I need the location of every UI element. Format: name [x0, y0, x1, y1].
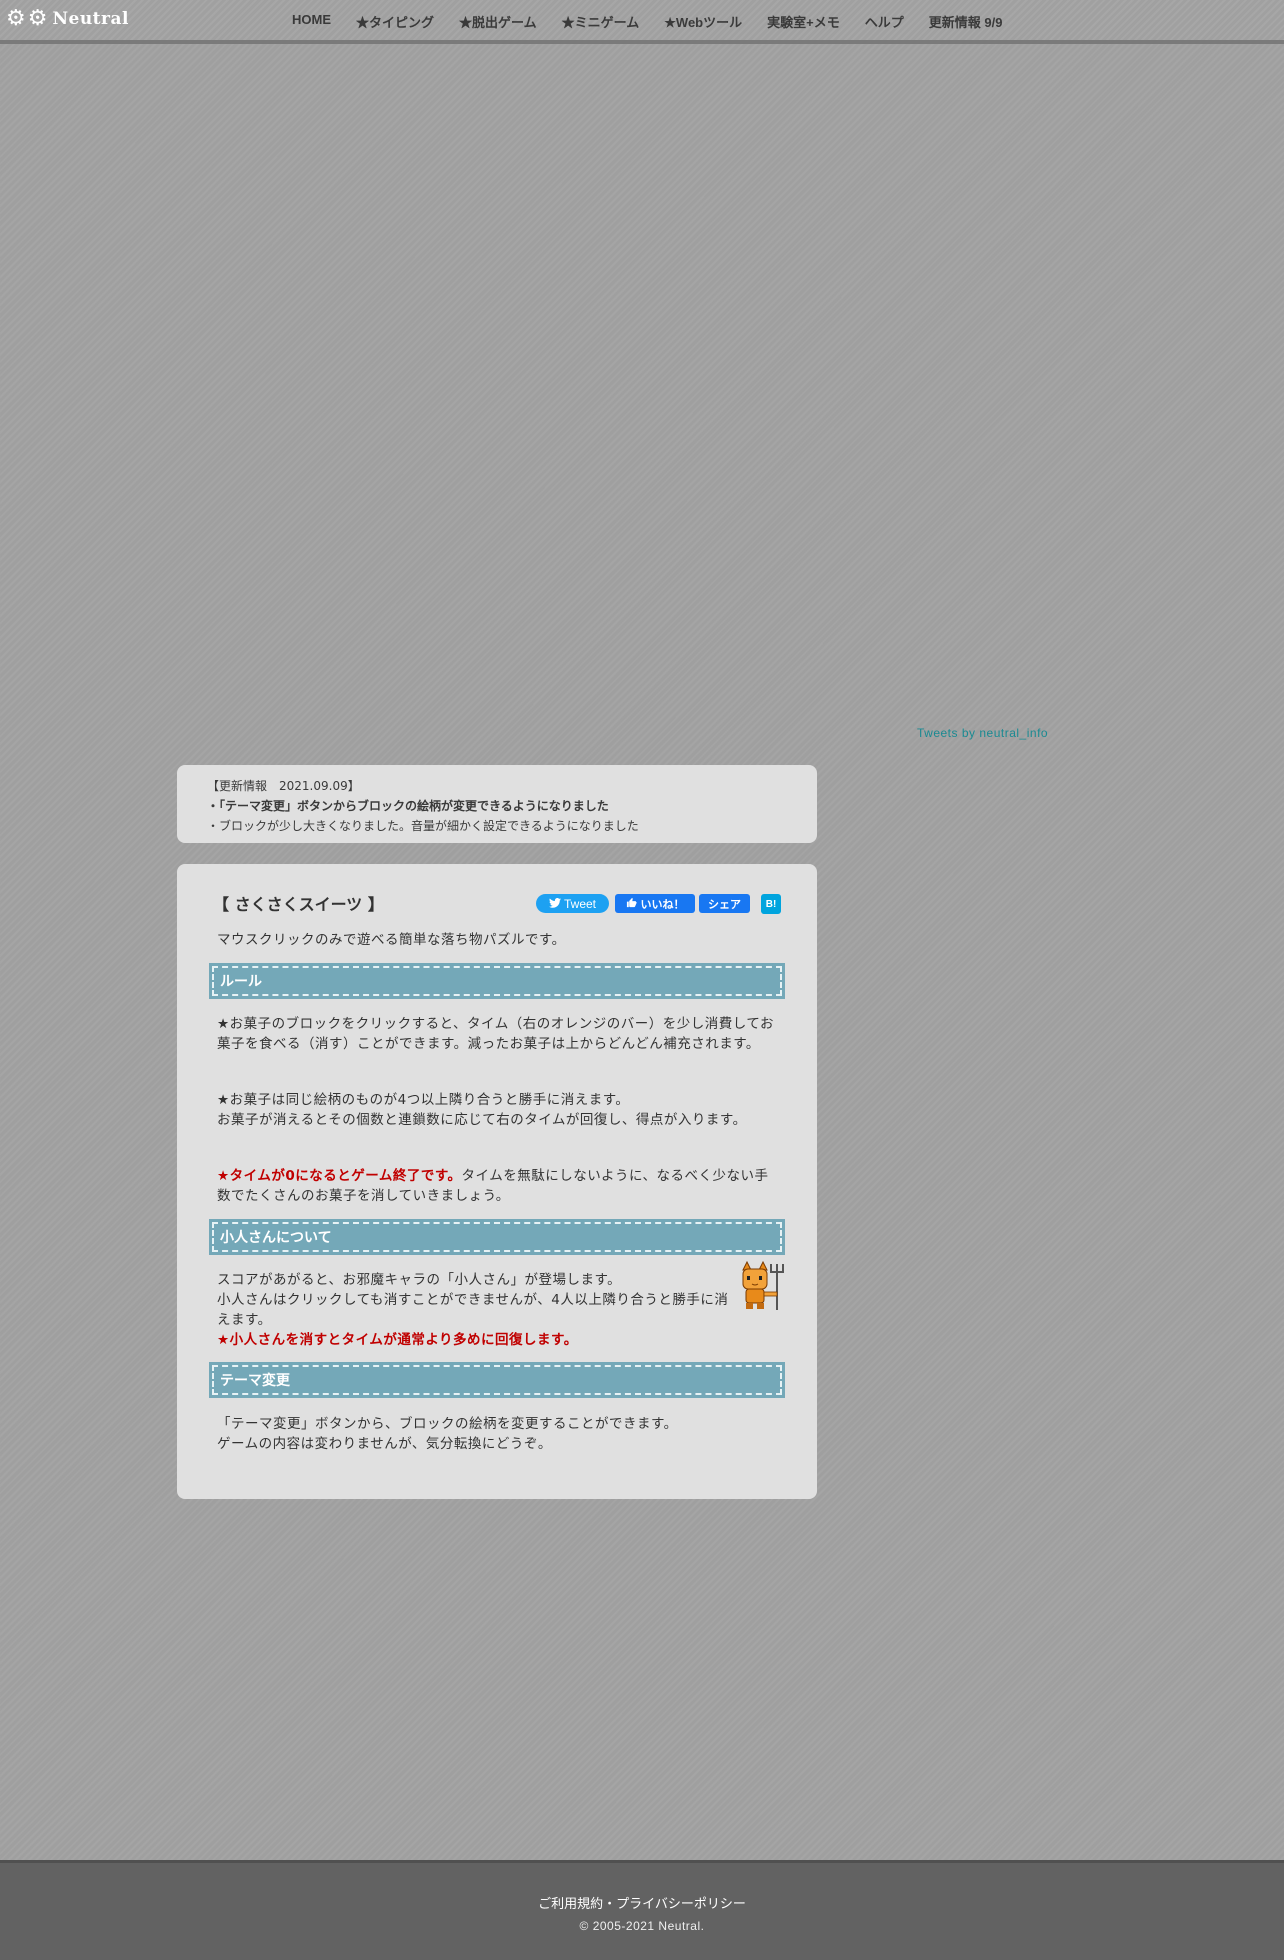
kobito-paragraph: スコアがあがると、お邪魔キャラの「小人さん」が登場します。 小人さんはクリックし…	[217, 1272, 729, 1348]
section-header-kobito: 小人さんについて	[209, 1219, 785, 1255]
theme-paragraph: 「テーマ変更」ボタンから、ブロックの絵柄を変更することができます。 ゲームの内容…	[217, 1416, 678, 1452]
kobito-character-icon	[737, 1260, 785, 1312]
news-heading: 【更新情報 2021.09.09】	[207, 779, 360, 793]
top-bar: ⚙ ⚙ Neutral HOME ★タイピング ★脱出ゲーム ★ミニゲーム ★W…	[0, 0, 1284, 44]
twitter-bird-icon	[548, 897, 561, 911]
nav-help[interactable]: ヘルプ	[865, 12, 904, 31]
tweet-button[interactable]: Tweet	[536, 894, 609, 913]
facebook-share-button[interactable]: シェア	[699, 894, 750, 913]
copyright: © 2005-2021 Neutral.	[579, 1919, 705, 1933]
hatena-bookmark-button[interactable]: B!	[761, 894, 781, 914]
share-label: シェア	[708, 898, 741, 911]
section-header-rules: ルール	[209, 963, 785, 999]
rules-paragraph-3: ★タイムが0になるとゲーム終了です。タイムを無駄にしないように、なるべく少ない手…	[217, 1168, 769, 1204]
news-panel: 【更新情報 2021.09.09】 ・「テーマ変更」ボタンからブロックの絵柄が変…	[177, 765, 817, 843]
facebook-like-button[interactable]: いいね！	[615, 894, 695, 913]
nav-mini-games[interactable]: ★ミニゲーム	[562, 12, 640, 31]
terms-privacy-link[interactable]: ご利用規約・プライバシーポリシー	[0, 1893, 1284, 1912]
nav-lab-memo[interactable]: 実験室+メモ	[767, 12, 840, 31]
news-item: ・ブロックが少し大きくなりました。音量が細かく設定できるようになりました	[207, 819, 639, 833]
gear-icon: ⚙	[27, 6, 48, 31]
logo-text: Neutral	[52, 9, 129, 29]
main-nav: HOME ★タイピング ★脱出ゲーム ★ミニゲーム ★Webツール 実験室+メモ…	[292, 12, 1027, 31]
nav-home[interactable]: HOME	[292, 12, 331, 31]
nav-updates[interactable]: 更新情報 9/9	[929, 12, 1003, 31]
rules-paragraph-2: ★お菓子は同じ絵柄のものが4つ以上隣り合うと勝手に消えます。 お菓子が消えるとそ…	[217, 1092, 747, 1128]
game-description-panel: 【 さくさくスイーツ 】 Tweet いいね！ シェア B! マウスクリックのみ…	[177, 864, 817, 1499]
like-label: いいね！	[640, 898, 685, 911]
game-title: 【 さくさくスイーツ 】	[213, 895, 384, 914]
hatena-icon: B!	[765, 898, 777, 910]
news-item: ・「テーマ変更」ボタンからブロックの絵柄が変更できるようになりました	[207, 799, 609, 813]
nav-typing[interactable]: ★タイピング	[356, 12, 434, 31]
twitter-timeline-link[interactable]: Tweets by neutral_info	[917, 726, 1048, 740]
nav-escape-games[interactable]: ★脱出ゲーム	[459, 12, 537, 31]
section-header-theme: テーマ変更	[209, 1362, 785, 1398]
tweet-label: Tweet	[563, 896, 596, 911]
rules-paragraph-1: ★お菓子のブロックをクリックすると、タイム（右のオレンジのバー）を少し消費してお…	[217, 1016, 774, 1052]
game-intro: マウスクリックのみで遊べる簡単な落ち物パズルです。	[217, 932, 566, 948]
footer: ご利用規約・プライバシーポリシー © 2005-2021 Neutral.	[0, 1860, 1284, 1960]
thumbs-up-icon	[626, 897, 637, 911]
site-logo[interactable]: ⚙ ⚙ Neutral	[6, 8, 129, 30]
gear-icon: ⚙	[6, 6, 26, 31]
nav-web-tools[interactable]: ★Webツール	[664, 12, 742, 31]
